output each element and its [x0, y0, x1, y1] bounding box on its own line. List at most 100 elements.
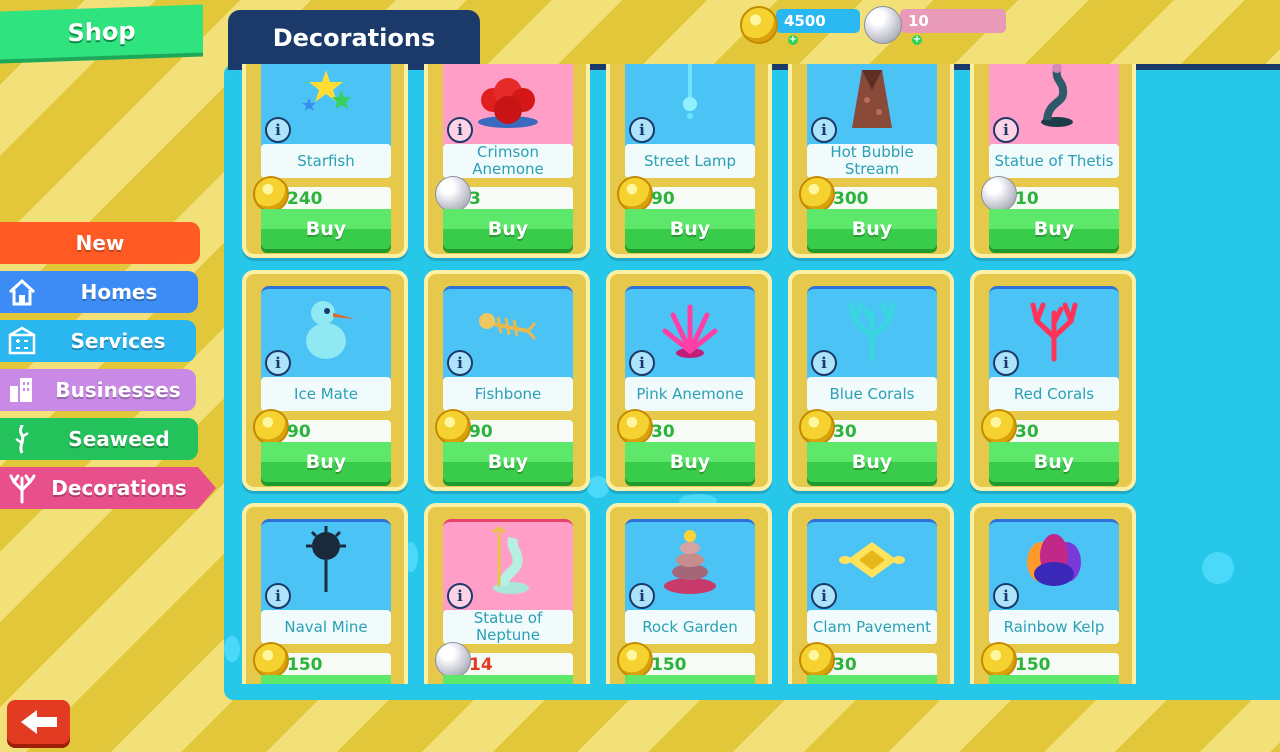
product-card[interactable]: i Hot Bubble Stream 300 Buy [788, 64, 954, 258]
product-name: Hot Bubble Stream [807, 144, 937, 178]
category-sidebar: New Homes Services Businesses Seaweed De… [0, 222, 220, 516]
buy-button[interactable]: Buy [625, 209, 755, 249]
info-icon[interactable]: i [811, 583, 837, 609]
product-grid: i Starfish 240 Buy i Crimson Anemone 3 B… [242, 64, 1142, 684]
info-icon[interactable]: i [811, 350, 837, 376]
product-price: 150 [651, 655, 687, 675]
product-card-inner: i Crimson Anemone 3 Buy [435, 64, 573, 249]
coin-icon [253, 176, 289, 212]
nav-homes[interactable]: Homes [0, 271, 198, 313]
product-price: 90 [287, 422, 311, 442]
info-icon[interactable]: i [265, 117, 291, 143]
pearl-balance-bar: 10 [900, 9, 1006, 33]
product-name: Clam Pavement [807, 610, 937, 644]
product-name: Pink Anemone [625, 377, 755, 411]
product-price: 30 [651, 422, 675, 442]
coin-icon [435, 409, 471, 445]
statue-thetis-icon [1019, 64, 1089, 130]
product-name: Fishbone [443, 377, 573, 411]
coin-icon [799, 176, 835, 212]
info-icon[interactable]: i [447, 350, 473, 376]
coin-icon [981, 642, 1017, 678]
product-card[interactable]: i Street Lamp 90 Buy [606, 64, 772, 258]
buy-button[interactable]: Buy [261, 209, 391, 249]
hot-bubble-stream-icon [837, 64, 907, 130]
pearl-icon [435, 176, 471, 212]
product-card-inner: i Starfish 240 Buy [253, 64, 391, 249]
fishbone-icon [473, 293, 543, 363]
product-card[interactable]: i Blue Corals 30 Buy [788, 270, 954, 491]
product-price: 150 [1015, 655, 1051, 675]
pearl-icon [864, 6, 902, 44]
buy-button[interactable]: Buy [261, 442, 391, 482]
back-button[interactable] [7, 700, 70, 744]
product-card-inner: i Red Corals 30 Buy [981, 286, 1119, 482]
bubble-decoration [1202, 552, 1234, 584]
product-price: 240 [287, 189, 323, 209]
product-card[interactable]: i Ice Mate 90 Buy [242, 270, 408, 491]
coin-icon [981, 409, 1017, 445]
pearl-icon [981, 176, 1017, 212]
info-icon[interactable]: i [447, 117, 473, 143]
statue-neptune-icon [473, 526, 543, 596]
add-coins-icon[interactable]: + [788, 35, 798, 45]
buy-button[interactable]: Buy [625, 442, 755, 482]
info-icon[interactable]: i [629, 117, 655, 143]
seaweed-icon [15, 424, 29, 454]
info-icon[interactable]: i [993, 583, 1019, 609]
product-card-inner: i Statue of Thetis 10 Buy [981, 64, 1119, 249]
nav-seaweed-label: Seaweed [68, 427, 170, 451]
shop-tab: Shop [0, 4, 203, 60]
nav-services-label: Services [70, 329, 166, 353]
product-card-inner: i Fishbone 90 Buy [435, 286, 573, 482]
product-card[interactable]: i Statue of Thetis 10 Buy [970, 64, 1136, 258]
product-price: 10 [1015, 189, 1039, 209]
product-card-inner: i Blue Corals 30 Buy [799, 286, 937, 482]
nav-businesses[interactable]: Businesses [0, 369, 196, 411]
product-card[interactable]: i Starfish 240 Buy [242, 64, 408, 258]
nav-businesses-label: Businesses [55, 378, 181, 402]
buy-button[interactable]: Buy [443, 442, 573, 482]
info-icon[interactable]: i [265, 350, 291, 376]
nav-services[interactable]: Services [0, 320, 196, 362]
info-icon[interactable]: i [629, 583, 655, 609]
info-icon[interactable]: i [629, 350, 655, 376]
product-price: 3 [469, 189, 481, 209]
product-name: Street Lamp [625, 144, 755, 178]
product-card-inner: i Pink Anemone 30 Buy [617, 286, 755, 482]
product-card[interactable]: i Fishbone 90 Buy [424, 270, 590, 491]
blue-corals-icon [837, 293, 907, 363]
buy-button[interactable]: Buy [989, 442, 1119, 482]
product-card[interactable]: i Crimson Anemone 3 Buy [424, 64, 590, 258]
street-lamp-icon [655, 64, 725, 130]
product-name: Red Corals [989, 377, 1119, 411]
info-icon[interactable]: i [447, 583, 473, 609]
product-price: 150 [287, 655, 323, 675]
nav-decorations[interactable]: Decorations [0, 467, 216, 509]
buy-button[interactable]: Buy [807, 442, 937, 482]
buy-button[interactable]: Buy [443, 209, 573, 249]
add-pearls-icon[interactable]: + [912, 35, 922, 45]
clam-pavement-icon [837, 526, 907, 596]
info-icon[interactable]: i [993, 117, 1019, 143]
coin-balance-bar: 4500 [776, 9, 860, 33]
nav-new[interactable]: New [0, 222, 200, 264]
info-icon[interactable]: i [993, 350, 1019, 376]
product-name: Ice Mate [261, 377, 391, 411]
nav-seaweed[interactable]: Seaweed [0, 418, 198, 460]
buy-button[interactable]: Buy [807, 209, 937, 249]
info-icon[interactable]: i [811, 117, 837, 143]
product-card[interactable]: i Pink Anemone 30 Buy [606, 270, 772, 491]
product-name: Statue of Neptune [443, 610, 573, 644]
product-card-inner: i Ice Mate 90 Buy [253, 286, 391, 482]
product-price: 90 [469, 422, 493, 442]
product-price: 90 [651, 189, 675, 209]
nav-decorations-label: Decorations [51, 476, 187, 500]
info-icon[interactable]: i [265, 583, 291, 609]
coin-icon [740, 6, 778, 44]
product-card[interactable]: i Red Corals 30 Buy [970, 270, 1136, 491]
nav-new-label: New [75, 231, 125, 255]
bubble-decoration [224, 636, 240, 662]
coin-icon [617, 642, 653, 678]
buy-button[interactable]: Buy [989, 209, 1119, 249]
